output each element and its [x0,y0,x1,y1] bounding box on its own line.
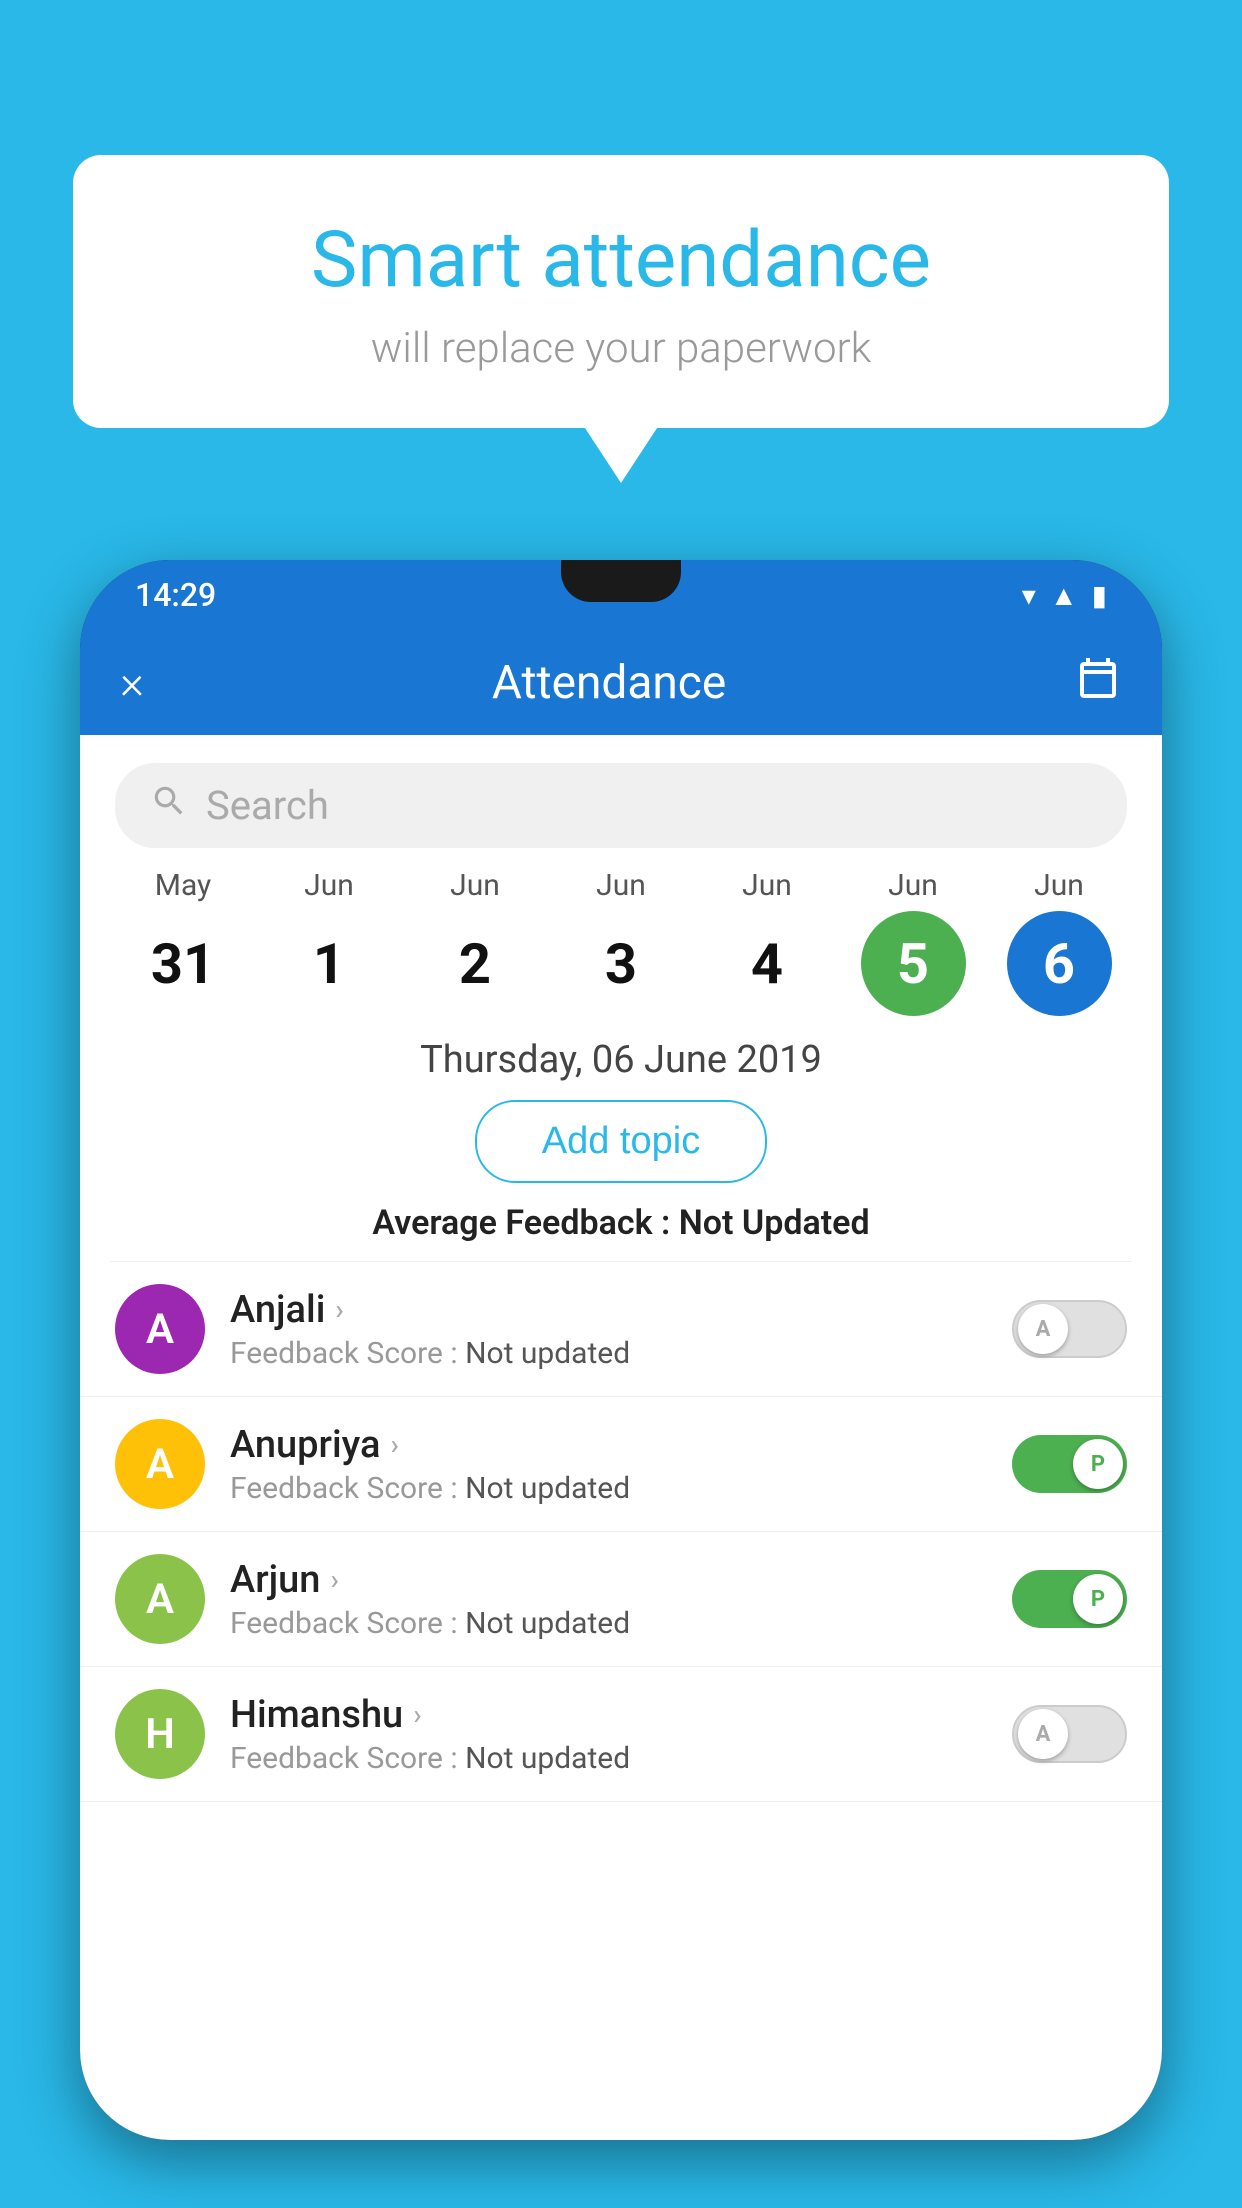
calendar-icon[interactable] [1074,654,1122,712]
speech-bubble-container: Smart attendance will replace your paper… [73,155,1169,428]
date-item-3[interactable]: Jun 3 [561,868,681,1016]
student-info-3: Himanshu › Feedback Score : Not updated [230,1693,987,1776]
date-month-0: May [155,868,211,903]
attendance-toggle-1[interactable]: P [1012,1435,1127,1493]
date-day-6: 6 [1007,911,1112,1016]
student-name-0[interactable]: Anjali › [230,1288,987,1332]
student-list: AAnjali ›Feedback Score : Not updatedAAA… [80,1262,1162,1802]
phone-frame-container: 14:29 ▾ ▲ ▮ × Attendance [80,560,1162,2208]
date-day-0: 31 [131,911,236,1016]
date-month-5: Jun [888,868,938,903]
student-item-2: A Arjun › Feedback Score : Not updated P [80,1532,1162,1667]
avg-feedback: Average Feedback : Not Updated [80,1203,1162,1243]
date-day-5: 5 [861,911,966,1016]
add-topic-button[interactable]: Add topic [475,1100,767,1183]
date-month-3: Jun [596,868,646,903]
student-info-1: Anupriya › Feedback Score : Not updated [230,1423,987,1506]
attendance-toggle-0[interactable]: A [1012,1300,1127,1358]
date-item-4[interactable]: Jun 4 [707,868,827,1016]
phone-notch [561,560,681,602]
status-icons: ▾ ▲ ▮ [1022,579,1107,612]
date-month-1: Jun [304,868,354,903]
phone-frame: 14:29 ▾ ▲ ▮ × Attendance [80,560,1162,2140]
date-day-2: 2 [423,911,528,1016]
toggle-container-2[interactable]: P [1012,1570,1127,1628]
toggle-container-1[interactable]: P [1012,1435,1127,1493]
chevron-icon-1: › [390,1428,398,1461]
student-info-2: Arjun › Feedback Score : Not updated [230,1558,987,1641]
date-day-4: 4 [715,911,820,1016]
date-item-6[interactable]: Jun 6 [999,868,1119,1016]
student-avatar-3: H [115,1689,205,1779]
toggle-knob-1: P [1073,1439,1123,1489]
wifi-icon: ▾ [1022,579,1036,612]
date-month-4: Jun [742,868,792,903]
date-day-3: 3 [569,911,674,1016]
date-item-5[interactable]: Jun 5 [853,868,973,1016]
student-info-0: Anjali › Feedback Score : Not updated [230,1288,987,1371]
attendance-toggle-2[interactable]: P [1012,1570,1127,1628]
status-bar: 14:29 ▾ ▲ ▮ [80,560,1162,630]
speech-bubble: Smart attendance will replace your paper… [73,155,1169,428]
student-avatar-0: A [115,1284,205,1374]
chevron-icon-3: › [413,1698,421,1731]
student-item-3: H Himanshu › Feedback Score : Not updated A [80,1667,1162,1802]
student-avatar-2: A [115,1554,205,1644]
selected-date: Thursday, 06 June 2019 [80,1038,1162,1082]
toggle-knob-0: A [1018,1304,1068,1354]
avg-feedback-label: Average Feedback : [372,1203,678,1243]
speech-bubble-subtitle: will replace your paperwork [123,324,1119,373]
battery-icon: ▮ [1092,579,1107,612]
search-icon [150,782,188,830]
student-item-0: A Anjali › Feedback Score : Not updated A [80,1262,1162,1397]
signal-icon: ▲ [1050,579,1078,612]
toggle-knob-2: P [1073,1574,1123,1624]
phone-content: Search May 31 Jun 1 Jun 2 Jun 3 Jun 4 Jun 5 Jun 6 Thu… [80,735,1162,2140]
toggle-knob-3: A [1018,1709,1068,1759]
student-name-2[interactable]: Arjun › [230,1558,987,1602]
avg-feedback-value: Not Updated [679,1203,870,1243]
toggle-container-0[interactable]: A [1012,1300,1127,1358]
student-feedback-0: Feedback Score : Not updated [230,1336,987,1371]
date-item-0[interactable]: May 31 [123,868,243,1016]
date-month-6: Jun [1034,868,1084,903]
status-time: 14:29 [135,576,216,614]
student-item-1: A Anupriya › Feedback Score : Not updated P [80,1397,1162,1532]
date-month-2: Jun [450,868,500,903]
app-header: × Attendance [80,630,1162,735]
student-name-3[interactable]: Himanshu › [230,1693,987,1737]
header-title: Attendance [492,656,726,710]
student-feedback-2: Feedback Score : Not updated [230,1606,987,1641]
close-button[interactable]: × [120,656,144,710]
speech-bubble-title: Smart attendance [123,215,1119,306]
date-item-1[interactable]: Jun 1 [269,868,389,1016]
search-placeholder: Search [206,782,329,829]
date-day-1: 1 [277,911,382,1016]
student-feedback-1: Feedback Score : Not updated [230,1471,987,1506]
student-avatar-1: A [115,1419,205,1509]
chevron-icon-0: › [335,1293,343,1326]
student-name-1[interactable]: Anupriya › [230,1423,987,1467]
toggle-container-3[interactable]: A [1012,1705,1127,1763]
attendance-toggle-3[interactable]: A [1012,1705,1127,1763]
date-item-2[interactable]: Jun 2 [415,868,535,1016]
student-feedback-3: Feedback Score : Not updated [230,1741,987,1776]
date-strip: May 31 Jun 1 Jun 2 Jun 3 Jun 4 Jun 5 Jun 6 [80,868,1162,1016]
chevron-icon-2: › [330,1563,338,1596]
search-bar[interactable]: Search [115,763,1127,848]
